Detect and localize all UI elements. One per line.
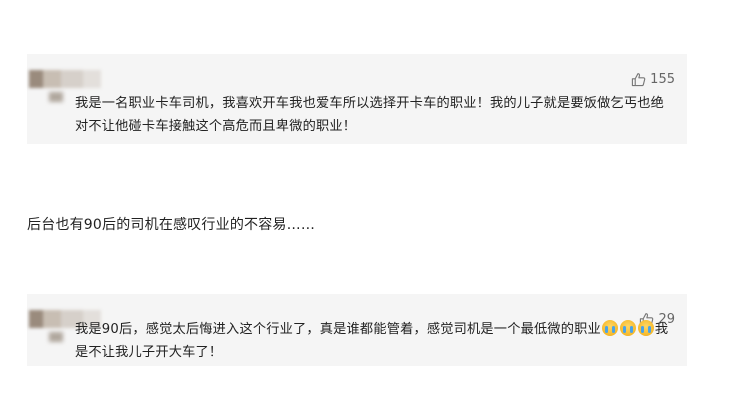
comment-card: 155 我是一名职业卡车司机，我喜欢开车我也爱车所以选择开卡车的职业！我的儿子就… (27, 54, 687, 144)
avatar-blur-detail (49, 92, 63, 102)
crying-face-icon (637, 320, 654, 336)
crying-face-icon (619, 320, 636, 336)
page: 155 我是一名职业卡车司机，我喜欢开车我也爱车所以选择开卡车的职业！我的儿子就… (0, 0, 746, 411)
caption-text: 后台也有90后的司机在感叹行业的不容易…… (27, 217, 316, 233)
like-count: 155 (650, 72, 675, 87)
thumbs-up-icon (631, 72, 646, 87)
avatar-blur-detail (49, 332, 63, 342)
avatar-blurred[interactable] (29, 70, 101, 88)
comment-text-part: 我是90后，感觉太后悔进入这个行业了，真是谁都能管着，感觉司机是一个最低微的职业 (75, 322, 601, 337)
crying-face-icon (601, 320, 618, 336)
comment-text: 我是90后，感觉太后悔进入这个行业了，真是谁都能管着，感觉司机是一个最低微的职业… (75, 318, 673, 364)
comment-card: 29 我是90后，感觉太后悔进入这个行业了，真是谁都能管着，感觉司机是一个最低微… (27, 294, 687, 366)
comment-text: 我是一名职业卡车司机，我喜欢开车我也爱车所以选择开卡车的职业！我的儿子就是要饭做… (75, 96, 665, 134)
like-button[interactable]: 155 (631, 72, 675, 87)
